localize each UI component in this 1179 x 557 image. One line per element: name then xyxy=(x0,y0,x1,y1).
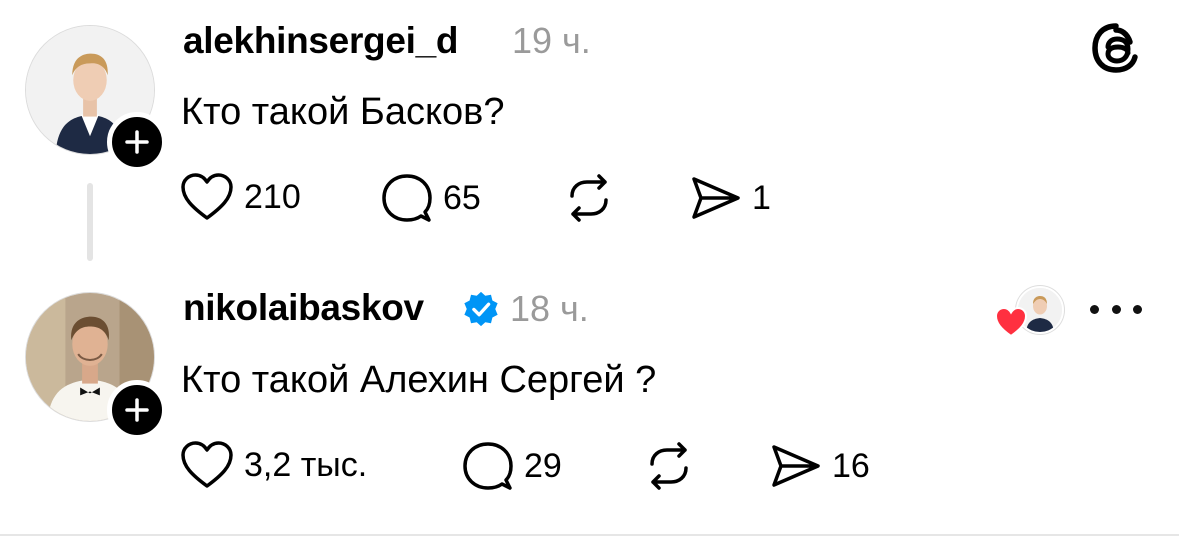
follow-button[interactable] xyxy=(107,112,167,172)
post-alekhinsergei: alekhinsergei_d 19 ч. Кто такой Басков? … xyxy=(0,0,1179,262)
red-heart-icon xyxy=(994,306,1028,338)
comment-bubble-icon xyxy=(463,442,513,490)
post-time: 18 ч. xyxy=(510,288,589,329)
heart-outline-icon xyxy=(181,441,233,488)
repost-icon xyxy=(650,442,688,490)
heart-outline-icon xyxy=(181,173,233,220)
like-button[interactable]: 3,2 тыс. xyxy=(180,440,367,490)
divider xyxy=(0,534,1179,536)
share-button[interactable]: 16 xyxy=(770,443,870,489)
plus-icon xyxy=(125,130,149,154)
post-time: 19 ч. xyxy=(512,20,591,61)
like-count: 3,2 тыс. xyxy=(244,445,368,484)
comment-count: 65 xyxy=(443,178,481,217)
comment-button[interactable]: 65 xyxy=(381,172,481,224)
repost-icon xyxy=(570,174,608,222)
share-count: 1 xyxy=(752,178,771,217)
follow-button[interactable] xyxy=(107,380,167,440)
comment-bubble-icon xyxy=(382,174,432,222)
plus-icon xyxy=(125,398,149,422)
send-icon xyxy=(692,177,740,219)
more-horizontal-icon[interactable] xyxy=(1090,297,1142,321)
share-count: 16 xyxy=(832,446,870,485)
username[interactable]: nikolaibaskov xyxy=(183,287,424,329)
post-text: Кто такой Алехин Сергей ? xyxy=(181,359,657,401)
verified-badge-icon xyxy=(464,291,498,327)
username[interactable]: alekhinsergei_d xyxy=(183,20,458,62)
repost-button[interactable] xyxy=(643,440,695,492)
like-button[interactable]: 210 xyxy=(180,172,301,222)
like-count: 210 xyxy=(244,177,301,216)
comment-button[interactable]: 29 xyxy=(462,440,562,492)
post-text: Кто такой Басков? xyxy=(181,91,505,133)
repost-button[interactable] xyxy=(563,172,615,224)
share-button[interactable]: 1 xyxy=(690,175,771,221)
send-icon xyxy=(772,445,820,487)
comment-count: 29 xyxy=(524,446,562,485)
liked-by-author[interactable] xyxy=(994,286,1066,338)
